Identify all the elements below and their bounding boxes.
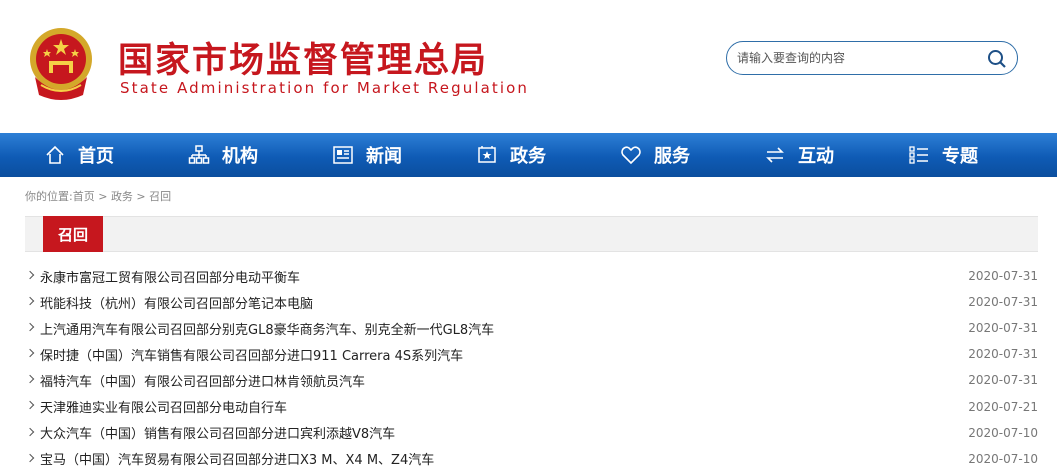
exchange-icon [766, 147, 784, 163]
breadcrumb-separator: > [94, 190, 111, 203]
recall-date: 2020-07-31 [968, 321, 1038, 336]
nav-label: 政务 [510, 146, 546, 167]
heart-icon [621, 146, 641, 165]
site-subtitle: State Administration for Market Regulati… [120, 79, 530, 97]
list-item: 大众汽车（中国）销售有限公司召回部分进口宾利添越V8汽车 2020-07-10 [25, 420, 1038, 446]
breadcrumb-separator: > [132, 190, 150, 203]
list-item: 上汽通用汽车有限公司召回部分别克GL8豪华商务汽车、别克全新一代GL8汽车 20… [25, 315, 1038, 341]
recall-link[interactable]: 大众汽车（中国）销售有限公司召回部分进口宾利添越V8汽车 [40, 423, 395, 442]
section-header: 召回 [25, 216, 1038, 252]
nav-label: 服务 [654, 146, 690, 167]
breadcrumb-government[interactable]: 政务 [111, 190, 133, 203]
list-item: 福特汽车（中国）有限公司召回部分进口林肯领航员汽车 2020-07-31 [25, 367, 1038, 393]
nav-item-government[interactable]: 政务 [476, 133, 546, 177]
main-nav: 首页 机构 新闻 政务 服务 互动 专题 [0, 133, 1057, 177]
nav-item-org[interactable]: 机构 [188, 133, 258, 177]
search-box [726, 41, 1018, 75]
chevron-right-icon [25, 427, 35, 436]
chevron-right-icon [25, 453, 35, 462]
recall-link[interactable]: 保时捷（中国）汽车销售有限公司召回部分进口911 Carrera 4S系列汽车 [40, 345, 463, 364]
recall-link[interactable]: 天津雅迪实业有限公司召回部分电动自行车 [40, 397, 287, 416]
org-chart-icon [188, 145, 210, 164]
nav-item-interaction[interactable]: 互动 [764, 133, 834, 177]
recall-link[interactable]: 上汽通用汽车有限公司召回部分别克GL8豪华商务汽车、别克全新一代GL8汽车 [40, 319, 494, 338]
chevron-right-icon [25, 322, 35, 332]
nav-item-topics[interactable]: 专题 [908, 133, 978, 177]
site-header: 国家市场监督管理总局 State Administration for Mark… [0, 0, 1057, 133]
national-emblem-icon [30, 28, 92, 100]
nav-item-service[interactable]: 服务 [620, 133, 690, 177]
recall-date: 2020-07-31 [968, 295, 1038, 310]
recall-link[interactable]: 宝马（中国）汽车贸易有限公司召回部分进口X3 M、X4 M、Z4汽车 [40, 449, 434, 468]
government-icon [478, 146, 496, 163]
list-item: 宝马（中国）汽车贸易有限公司召回部分进口X3 M、X4 M、Z4汽车 2020-… [25, 446, 1038, 472]
nav-label: 互动 [798, 146, 834, 167]
chevron-right-icon [25, 401, 35, 410]
search-icon[interactable] [987, 49, 1007, 69]
section-title-tab: 召回 [43, 216, 103, 252]
recall-date: 2020-07-31 [968, 269, 1038, 284]
recall-date: 2020-07-31 [968, 373, 1038, 388]
nav-label: 机构 [222, 146, 258, 167]
nav-label: 专题 [942, 146, 978, 167]
recall-link[interactable]: 玳能科技（杭州）有限公司召回部分笔记本电脑 [40, 293, 313, 312]
recall-date: 2020-07-21 [968, 399, 1038, 414]
list-item: 保时捷（中国）汽车销售有限公司召回部分进口911 Carrera 4S系列汽车 … [25, 341, 1038, 367]
recall-date: 2020-07-31 [968, 347, 1038, 362]
home-icon [46, 145, 64, 164]
newspaper-icon [333, 146, 353, 164]
site-title: 国家市场监督管理总局 [118, 41, 489, 81]
recall-date: 2020-07-10 [968, 451, 1038, 466]
recall-link[interactable]: 福特汽车（中国）有限公司召回部分进口林肯领航员汽车 [40, 371, 365, 390]
recall-list: 永康市富冠工贸有限公司召回部分电动平衡车 2020-07-31 玳能科技（杭州）… [25, 263, 1038, 472]
nav-label: 首页 [78, 146, 114, 167]
chevron-right-icon [25, 349, 35, 358]
nav-item-news[interactable]: 新闻 [332, 133, 402, 177]
list-item: 永康市富冠工贸有限公司召回部分电动平衡车 2020-07-31 [25, 263, 1038, 289]
chevron-right-icon [25, 270, 35, 280]
nav-label: 新闻 [366, 146, 402, 167]
breadcrumb-prefix: 你的位置: [25, 190, 73, 203]
recall-link[interactable]: 永康市富冠工贸有限公司召回部分电动平衡车 [40, 267, 300, 286]
recall-date: 2020-07-10 [968, 425, 1038, 440]
list-item: 玳能科技（杭州）有限公司召回部分笔记本电脑 2020-07-31 [25, 289, 1038, 315]
breadcrumb: 你的位置:首页 > 政务 > 召回 [25, 188, 171, 204]
nav-item-home[interactable]: 首页 [44, 133, 114, 177]
chevron-right-icon [25, 375, 35, 384]
topics-icon [909, 146, 928, 164]
breadcrumb-recall[interactable]: 召回 [149, 190, 171, 203]
chevron-right-icon [25, 296, 35, 306]
search-input[interactable] [737, 48, 977, 68]
list-item: 天津雅迪实业有限公司召回部分电动自行车 2020-07-21 [25, 393, 1038, 419]
breadcrumb-home[interactable]: 首页 [73, 190, 95, 203]
